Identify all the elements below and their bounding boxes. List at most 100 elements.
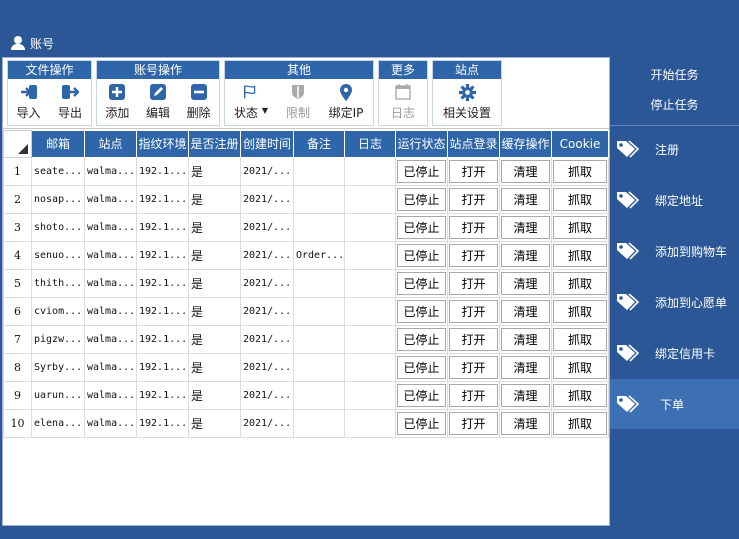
open-site-button[interactable]: 打开 <box>449 356 498 379</box>
clear-cache-button[interactable]: 清理 <box>501 160 550 183</box>
start-task-button[interactable]: 开始任务 <box>610 66 739 83</box>
grab-cookie-button[interactable]: 抓取 <box>553 356 607 379</box>
grab-cookie-cell: 抓取 <box>551 157 609 186</box>
run-status-cell: 已停止 <box>395 409 448 438</box>
run-status-button[interactable]: 已停止 <box>397 412 446 435</box>
window-title: 账号 <box>30 36 55 51</box>
created-cell: 2021/... <box>240 269 294 298</box>
grab-cookie-button[interactable]: 抓取 <box>553 188 607 211</box>
bind-ip-button[interactable]: 绑定IP <box>319 79 373 126</box>
note-cell <box>293 157 345 186</box>
grab-cookie-button[interactable]: 抓取 <box>553 300 607 323</box>
grab-cookie-button[interactable]: 抓取 <box>553 328 607 351</box>
run-status-button[interactable]: 已停止 <box>397 244 446 267</box>
run-status-cell: 已停止 <box>395 157 448 186</box>
table-row[interactable]: 10 elena... walma... 192.1... 是 2021/... 已停止 打开… <box>3 409 609 438</box>
clear-cache-button[interactable]: 清理 <box>501 272 550 295</box>
table-row[interactable]: 1 seate... walma... 192.1... 是 2021/... 已停止 打开清… <box>3 157 609 186</box>
registered-cell: 是 <box>188 409 241 438</box>
column-header[interactable]: 创建时间 <box>240 130 294 158</box>
edit-icon <box>149 83 167 101</box>
open-site-button[interactable]: 打开 <box>449 216 498 239</box>
open-site-button[interactable]: 打开 <box>449 160 498 183</box>
nav-item[interactable]: 添加到心愿单 <box>610 277 739 327</box>
open-site-button[interactable]: 打开 <box>449 244 498 267</box>
open-site-button[interactable]: 打开 <box>449 188 498 211</box>
nav-item[interactable]: 绑定信用卡 <box>610 328 739 378</box>
stop-task-button[interactable]: 停止任务 <box>610 96 739 113</box>
run-status-button[interactable]: 已停止 <box>397 216 446 239</box>
registered-cell: 是 <box>188 353 241 382</box>
run-status-button[interactable]: 已停止 <box>397 300 446 323</box>
column-header[interactable]: 运行状态 <box>395 130 448 158</box>
note-cell: Order... <box>293 241 345 270</box>
site-settings-button[interactable]: 相关设置 <box>433 79 501 126</box>
email-cell: elena... <box>31 409 85 438</box>
clear-cache-button[interactable]: 清理 <box>501 216 550 239</box>
nav-item[interactable]: 绑定地址 <box>610 175 739 225</box>
grab-cookie-button[interactable]: 抓取 <box>553 272 607 295</box>
table-row[interactable]: 7 pigzw... walma... 192.1... 是 2021/... 已停止 打开清… <box>3 325 609 354</box>
select-all-corner[interactable] <box>3 130 32 158</box>
column-header[interactable]: 日志 <box>344 130 396 158</box>
run-status-button[interactable]: 已停止 <box>397 384 446 407</box>
open-site-button[interactable]: 打开 <box>449 300 498 323</box>
table-row[interactable]: 2 nosap... walma... 192.1... 是 2021/... 已停止 打开清… <box>3 185 609 214</box>
import-button[interactable]: 导入 <box>8 79 49 126</box>
export-icon <box>61 83 79 101</box>
clear-cache-button[interactable]: 清理 <box>501 412 550 435</box>
column-header[interactable]: 是否注册 <box>188 130 241 158</box>
clear-cache-button[interactable]: 清理 <box>501 244 550 267</box>
clear-cache-cell: 清理 <box>499 213 552 242</box>
run-status-button[interactable]: 已停止 <box>397 272 446 295</box>
column-header[interactable]: 缓存操作 <box>499 130 552 158</box>
clear-cache-button[interactable]: 清理 <box>501 188 550 211</box>
clear-cache-button[interactable]: 清理 <box>501 384 550 407</box>
status-dropdown-button[interactable]: 状态 ▼ <box>225 79 277 126</box>
run-status-button[interactable]: 已停止 <box>397 188 446 211</box>
column-header[interactable]: 站点登录 <box>447 130 500 158</box>
column-header[interactable]: 邮箱 <box>31 130 85 158</box>
table-row[interactable]: 9 uarun... walma... 192.1... 是 2021/... 已停止 打开清… <box>3 381 609 410</box>
open-site-button[interactable]: 打开 <box>449 412 498 435</box>
row-number: 5 <box>3 269 32 298</box>
nav-item[interactable]: 下单 <box>610 379 739 429</box>
site-cell: walma... <box>84 353 137 382</box>
clear-cache-button[interactable]: 清理 <box>501 356 550 379</box>
column-header[interactable]: Cookie <box>551 130 609 158</box>
open-site-button[interactable]: 打开 <box>449 328 498 351</box>
edit-button[interactable]: 编辑 <box>138 79 179 126</box>
log-button[interactable]: 日志 <box>379 79 427 126</box>
add-button[interactable]: 添加 <box>97 79 138 126</box>
nav-item[interactable]: 添加到购物车 <box>610 226 739 276</box>
delete-icon <box>190 83 208 101</box>
limit-button[interactable]: 限制 <box>277 79 319 126</box>
table-row[interactable]: 8 Syrby... walma... 192.1... 是 2021/... 已停止 打开清… <box>3 353 609 382</box>
limit-label: 限制 <box>285 106 310 120</box>
grab-cookie-button[interactable]: 抓取 <box>553 384 607 407</box>
nav-item[interactable]: 注册 <box>610 124 739 174</box>
open-site-button[interactable]: 打开 <box>449 384 498 407</box>
export-button[interactable]: 导出 <box>49 79 91 126</box>
run-status-button[interactable]: 已停止 <box>397 160 446 183</box>
column-header[interactable]: 站点 <box>84 130 137 158</box>
column-header[interactable]: 备注 <box>293 130 345 158</box>
table-row[interactable]: 4 senuo... walma... 192.1... 是 2021/... Order.… <box>3 241 609 270</box>
clear-cache-cell: 清理 <box>499 269 552 298</box>
log-cell <box>344 325 396 354</box>
clear-cache-button[interactable]: 清理 <box>501 328 550 351</box>
delete-button[interactable]: 删除 <box>178 79 219 126</box>
run-status-button[interactable]: 已停止 <box>397 356 446 379</box>
grab-cookie-button[interactable]: 抓取 <box>553 244 607 267</box>
grab-cookie-button[interactable]: 抓取 <box>553 216 607 239</box>
open-site-button[interactable]: 打开 <box>449 272 498 295</box>
column-header[interactable]: 指纹环境 <box>136 130 189 158</box>
table-row[interactable]: 6 cviom... walma... 192.1... 是 2021/... 已停止 打开清… <box>3 297 609 326</box>
grab-cookie-button[interactable]: 抓取 <box>553 412 607 435</box>
table-row[interactable]: 3 shoto... walma... 192.1... 是 2021/... 已停止 打开清… <box>3 213 609 242</box>
clear-cache-button[interactable]: 清理 <box>501 300 550 323</box>
open-site-cell: 打开 <box>447 269 500 298</box>
table-row[interactable]: 5 thith... walma... 192.1... 是 2021/... 已停止 打开清… <box>3 269 609 298</box>
run-status-button[interactable]: 已停止 <box>397 328 446 351</box>
grab-cookie-button[interactable]: 抓取 <box>553 160 607 183</box>
